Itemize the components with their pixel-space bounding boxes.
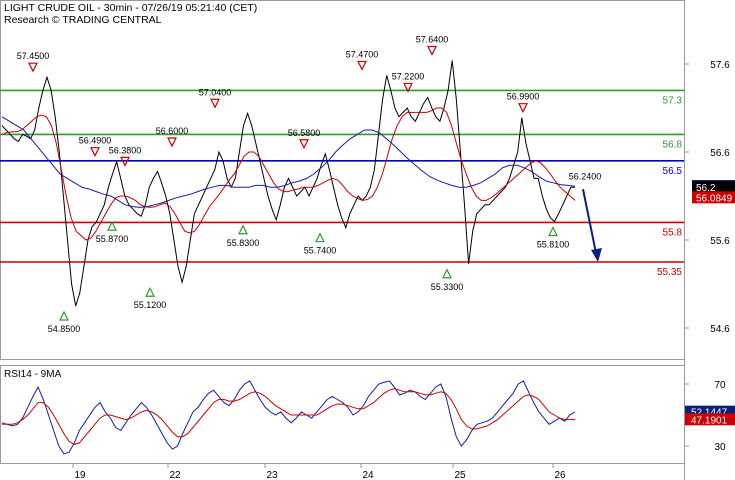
level-label: 56.5 xyxy=(663,166,683,177)
peak-label: 56.6000 xyxy=(156,126,189,136)
peak-label: 57.6400 xyxy=(416,34,449,44)
level-label: 57.3 xyxy=(663,95,683,106)
trough-label: 54.8500 xyxy=(48,324,81,334)
x-tick-label: 19 xyxy=(74,470,86,480)
trough-label: 55.8100 xyxy=(537,240,570,250)
x-tick-label: 22 xyxy=(169,470,181,480)
peak-label: 57.4700 xyxy=(346,49,379,59)
trough-label: 55.1200 xyxy=(134,300,167,310)
level-label: 55.35 xyxy=(657,267,682,278)
peak-label: 56.3800 xyxy=(109,145,142,155)
peak-label: 57.4500 xyxy=(17,51,50,61)
level-label: 56.8 xyxy=(663,139,683,150)
price-axis: 57.656.655.654.656.213256.256.0849 xyxy=(684,60,735,335)
rsi-panel-frame xyxy=(0,365,685,464)
y-tick-label: 57.6 xyxy=(710,60,730,71)
y-tick-label: 56.6 xyxy=(710,148,730,159)
y-tick-label: 55.6 xyxy=(710,236,730,247)
trough-label: 55.3300 xyxy=(431,282,464,292)
peak-label: 56.2400 xyxy=(569,172,602,182)
y-tick-label: 54.6 xyxy=(710,324,730,335)
peak-label: 57.2200 xyxy=(392,71,425,81)
chart-title: LIGHT CRUDE OIL - 30min - 07/26/19 05:21… xyxy=(4,2,257,14)
chart-subtitle: Research © TRADING CENTRAL xyxy=(4,14,162,26)
x-tick-label: 25 xyxy=(454,470,466,480)
trough-label: 55.8700 xyxy=(96,234,129,244)
rsi-title: RSI14 - 9MA xyxy=(4,369,62,380)
rsi-axis: 70503052.144747.1901 xyxy=(684,380,735,453)
x-axis: 19 22 23 24 25 26 xyxy=(72,463,566,480)
chart-canvas: LIGHT CRUDE OIL - 30min - 07/26/19 05:21… xyxy=(0,0,735,480)
rsi-y-tick-label: 30 xyxy=(714,442,726,453)
peak-label: 56.5800 xyxy=(288,128,321,138)
peak-label: 57.0400 xyxy=(199,87,232,97)
trough-label: 55.7400 xyxy=(304,246,337,256)
rsi-last-value-label: 47.1901 xyxy=(691,415,728,426)
rsi-y-tick-label: 70 xyxy=(714,380,726,391)
peak-label: 56.4900 xyxy=(79,136,112,146)
level-label: 55.8 xyxy=(663,227,683,238)
trough-label: 55.8300 xyxy=(227,238,260,248)
last-value-label: 56.0849 xyxy=(696,193,733,204)
x-tick-label: 26 xyxy=(554,470,566,480)
peak-label: 56.9900 xyxy=(507,92,540,102)
x-tick-label: 24 xyxy=(362,470,374,480)
x-tick-label: 23 xyxy=(266,470,278,480)
